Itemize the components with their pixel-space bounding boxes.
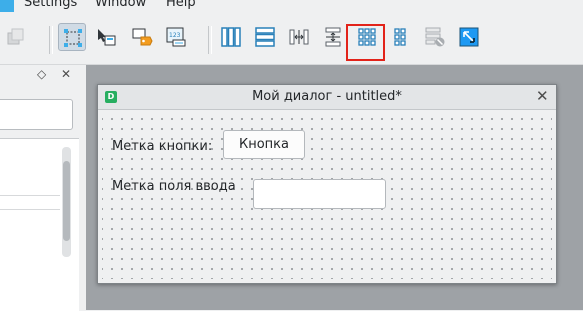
layout-vertical-splitter-icon — [325, 27, 341, 47]
field-label[interactable]: Метка поля ввода — [112, 179, 236, 194]
layout-form-button[interactable] — [387, 23, 415, 51]
edit-tab-order-button[interactable]: 123 — [162, 23, 190, 51]
dock-close-icon[interactable]: ✕ — [61, 67, 71, 81]
raise-widget-button[interactable] — [2, 23, 30, 51]
dock-float-icon[interactable]: ◇ — [37, 67, 46, 81]
edit-buddies-icon — [132, 28, 153, 46]
adjust-size-icon — [459, 27, 479, 47]
tree-row-divider — [0, 195, 60, 196]
layout-form-icon — [394, 28, 406, 46]
layout-vertically-button[interactable] — [251, 23, 279, 51]
dock-filter-input[interactable] — [0, 99, 73, 130]
layout-vertically-icon — [255, 27, 275, 47]
dialog-titlebar[interactable]: D Мой диалог - untitled* ✕ — [98, 85, 556, 110]
layout-horizontal-splitter-icon — [289, 29, 309, 45]
svg-text:123: 123 — [169, 32, 181, 39]
widget-box-dock: ◇ ✕ — [0, 65, 82, 311]
line-edit-input[interactable] — [253, 179, 386, 209]
button-label[interactable]: Метка кнопки: — [112, 139, 212, 154]
toolbar-separator — [208, 26, 212, 54]
layout-vertical-splitter-button[interactable] — [319, 23, 347, 51]
toolbar-separator — [49, 26, 53, 54]
edit-widgets-button[interactable] — [58, 23, 86, 51]
break-layout-icon — [425, 27, 445, 47]
raise-widget-icon — [7, 28, 24, 45]
edit-signals-slots-icon — [98, 29, 116, 46]
dialog-close-icon[interactable]: ✕ — [536, 87, 549, 105]
menu-settings[interactable]: Settings — [24, 0, 77, 10]
tree-row-divider — [0, 209, 60, 210]
edit-signals-slots-button[interactable] — [92, 23, 120, 51]
edit-buddies-button[interactable] — [128, 23, 156, 51]
dialog-title: Мой диалог - untitled* — [252, 89, 402, 104]
dock-scrollbar-thumb[interactable] — [63, 161, 70, 241]
menu-bar: Settings Window Help — [0, 0, 583, 12]
menu-active-edge — [0, 0, 14, 12]
adjust-size-button[interactable] — [455, 23, 483, 51]
break-layout-button[interactable] — [421, 23, 449, 51]
highlight-box — [346, 24, 385, 61]
edit-tab-order-icon: 123 — [166, 27, 186, 47]
edit-widgets-icon — [64, 29, 82, 47]
dock-scrollbar[interactable] — [62, 147, 71, 257]
layout-horizontal-splitter-button[interactable] — [285, 23, 313, 51]
push-button[interactable]: Кнопка — [223, 130, 305, 159]
layout-horizontally-icon — [221, 27, 241, 47]
toolbar: 123 — [0, 12, 583, 65]
layout-horizontally-button[interactable] — [217, 23, 245, 51]
menu-help[interactable]: Help — [166, 0, 196, 10]
menu-window[interactable]: Window — [95, 0, 146, 10]
